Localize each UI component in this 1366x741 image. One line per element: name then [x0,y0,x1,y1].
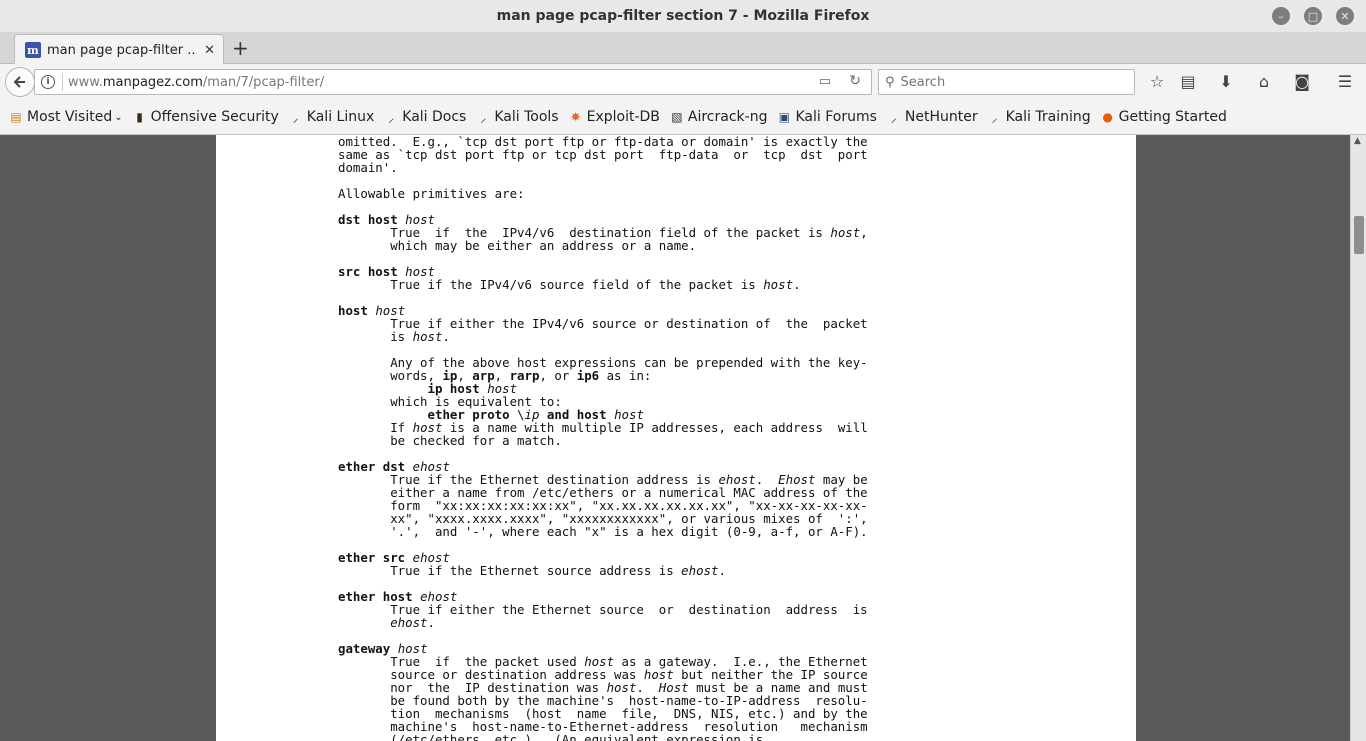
bookmark-label: Most Visited [27,109,113,125]
kali-icon: ⸝ [388,110,395,125]
bookmark-star-icon[interactable]: ☆ [1147,72,1167,91]
minimize-button[interactable]: – [1272,7,1290,25]
bookmark-getting-started[interactable]: ● Getting Started [1100,109,1227,125]
maximize-button[interactable]: □ [1304,7,1322,25]
url-domain: manpagez.com [102,74,203,90]
back-button[interactable] [5,67,35,97]
bookmark-exploit-db[interactable]: ✸ Exploit-DB [568,109,660,125]
bookmark-kali-forums[interactable]: ▣ Kali Forums [776,109,877,125]
reload-icon[interactable]: ↻ [849,73,861,89]
bookmark-label: Exploit-DB [586,109,660,125]
url-prefix: www. [68,74,103,90]
bookmark-kali-tools[interactable]: ⸝ Kali Tools [475,109,558,125]
tab-pcap-filter[interactable]: m man page pcap-filter ... ✕ [14,34,224,65]
reader-view-icon[interactable]: ▭ [819,74,831,89]
folder-icon: ▤ [10,110,22,124]
navigation-toolbar: i www.manpagez.com/man/7/pcap-filter/ ▭ … [0,64,1366,100]
bookmark-label: Getting Started [1118,109,1227,125]
aircrack-icon: ▧ [671,110,683,124]
manpage-text: omitted. E.g., `tcp dst port ftp or ftp-… [338,135,868,741]
manpagez-favicon-icon: m [25,42,41,58]
exploitdb-icon: ✸ [570,110,581,124]
manpage-container: omitted. E.g., `tcp dst port ftp or ftp-… [216,135,1136,741]
bookmark-kali-linux[interactable]: ⸝ Kali Linux [288,109,374,125]
bookmark-label: Kali Tools [494,109,559,125]
bookmark-most-visited[interactable]: ▤ Most Visited ⌄ [8,109,123,125]
downloads-icon[interactable]: ⬇ [1216,72,1236,91]
home-icon[interactable]: ⌂ [1254,72,1274,91]
tab-strip: m man page pcap-filter ... ✕ + [0,32,1366,65]
bookmarks-toolbar: ▤ Most Visited ⌄ ▮ Offensive Security ⸝ Kali L… [0,100,1366,135]
bookmark-label: Kali Linux [306,109,375,125]
bookmark-label: NetHunter [904,109,978,125]
search-icon: ⚲ [885,74,895,90]
kali-icon: ⸝ [890,110,897,125]
search-bar[interactable]: ⚲ [878,69,1135,95]
scroll-up-arrow-icon[interactable]: ▲ [1354,136,1361,146]
bookmark-aircrack-ng[interactable]: ▧ Aircrack-ng [669,109,768,125]
bookmark-nethunter[interactable]: ⸝ NetHunter [886,109,978,125]
back-arrow-icon [13,76,25,88]
close-window-button[interactable]: ✕ [1336,7,1354,25]
site-info-icon[interactable]: i [41,75,55,89]
close-tab-icon[interactable]: ✕ [204,43,215,58]
firefox-icon: ● [1102,110,1113,124]
bookmark-kali-docs[interactable]: ⸝ Kali Docs [383,109,466,125]
bookmarks-menu-icon[interactable]: ▤ [1178,72,1198,91]
new-tab-button[interactable]: + [232,38,249,58]
bookmark-label: Kali Docs [402,109,467,125]
bookmark-label: Kali Forums [795,109,877,125]
tab-label: man page pcap-filter ... [47,42,197,58]
url-separator [62,73,63,91]
offsec-icon: ▮ [136,110,143,124]
window-title: man page pcap-filter section 7 - Mozilla… [496,8,870,24]
pocket-icon[interactable]: ◙ [1292,72,1312,91]
hamburger-menu-icon[interactable]: ☰ [1335,72,1355,91]
bookmark-offensive-security[interactable]: ▮ Offensive Security [132,109,279,125]
url-text[interactable]: www.manpagez.com/man/7/pcap-filter/ [68,75,324,90]
bookmark-label: Kali Training [1005,109,1091,125]
bookmark-kali-training[interactable]: ⸝ Kali Training [987,109,1091,125]
url-bar[interactable]: i www.manpagez.com/man/7/pcap-filter/ ▭ … [34,69,872,95]
bookmark-label: Offensive Security [150,109,279,125]
chevron-down-icon: ⌄ [114,111,123,123]
kali-icon: ⸝ [991,110,998,125]
url-path: /man/7/pcap-filter/ [202,74,325,90]
bookmark-label: Aircrack-ng [687,109,768,125]
page-viewport: omitted. E.g., `tcp dst port ftp or ftp-… [0,135,1350,741]
search-input[interactable] [900,74,1121,90]
window-titlebar: man page pcap-filter section 7 - Mozilla… [0,0,1366,32]
vertical-scrollbar[interactable]: ▲ [1350,135,1366,741]
kali-forums-icon: ▣ [778,110,791,124]
scrollbar-thumb[interactable] [1354,216,1364,254]
kali-icon: ⸝ [292,110,299,125]
kali-icon: ⸝ [480,110,487,125]
